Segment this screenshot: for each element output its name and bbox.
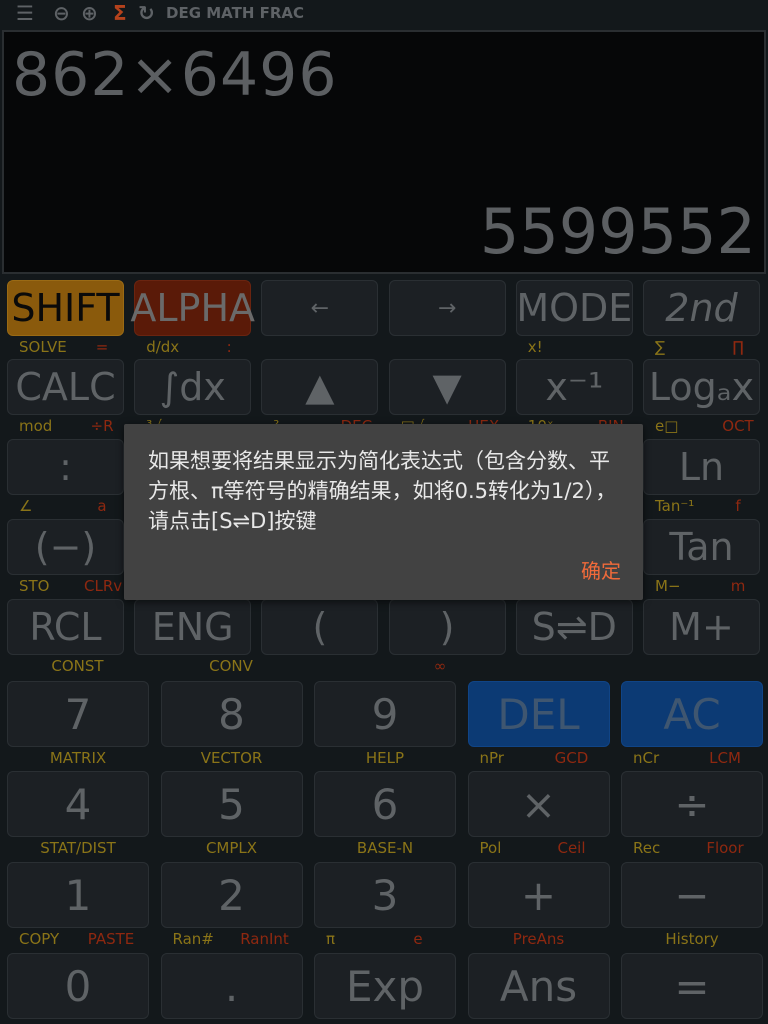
mode-indicators: DEG MATH FRAC [166, 4, 305, 22]
shift-label: M− [655, 577, 681, 595]
alpha-label: Floor [706, 839, 744, 857]
sigma-icon[interactable]: Σ [113, 2, 127, 24]
shift-label: e□ [655, 417, 679, 435]
alpha-label: ÷R [90, 417, 114, 435]
shift-label: MATRIX [49, 749, 107, 767]
alpha-label: PreAns [512, 930, 565, 948]
key-6[interactable]: 6 [314, 771, 456, 837]
alpha-label: PASTE [87, 930, 135, 948]
alpha-label: RanInt [240, 930, 289, 948]
key--[interactable]: − [621, 862, 763, 928]
key-5[interactable]: 5 [160, 771, 303, 837]
key--[interactable]: = [621, 953, 763, 1019]
shift-label: STAT/DIST [40, 839, 116, 857]
key-ans[interactable]: Ans [467, 953, 610, 1019]
zoom-out-icon[interactable]: ⊖ [53, 2, 70, 24]
key--[interactable]: → [388, 280, 506, 336]
alpha-label: ∏ [732, 338, 744, 356]
shift-label: VECTOR [200, 749, 263, 767]
key-tan[interactable]: Tan [643, 519, 760, 575]
alpha-label: GCD [554, 749, 589, 767]
key-3[interactable]: 3 [314, 862, 456, 928]
key-mode[interactable]: MODE [515, 280, 633, 336]
shift-label: HELP [365, 749, 405, 767]
key--[interactable]: ← [261, 280, 379, 336]
key--[interactable]: . [160, 953, 303, 1019]
alpha-label: a [97, 497, 107, 515]
shift-label: BASE-N [356, 839, 414, 857]
ok-button[interactable]: 确定 [581, 555, 621, 584]
key-del[interactable]: DEL [467, 681, 610, 747]
shift-label: Tan⁻¹ [655, 497, 695, 515]
zoom-in-icon[interactable]: ⊕ [81, 2, 98, 24]
key-ac[interactable]: AC [621, 681, 763, 747]
alpha-label: OCT [722, 417, 754, 435]
key-2[interactable]: 2 [160, 862, 303, 928]
status-bar: ☰ ⊖ ⊕ Σ ↻ DEG MATH FRAC [0, 0, 768, 28]
key-eng[interactable]: ENG [134, 599, 252, 655]
key-ln[interactable]: Ln [643, 439, 760, 495]
alpha-label: ∞ [433, 657, 447, 675]
key-7[interactable]: 7 [7, 681, 149, 747]
shift-label: Rec [633, 839, 661, 857]
key--[interactable]: × [467, 771, 610, 837]
result: 5599552 [479, 195, 756, 268]
shift-label: nPr [479, 749, 504, 767]
menu-icon[interactable]: ☰ [16, 2, 34, 24]
alpha-label: = [95, 338, 109, 356]
key--[interactable]: ( [261, 599, 379, 655]
key-2nd[interactable]: 2nd [643, 280, 760, 336]
shift-label: Pol [479, 839, 502, 857]
dialog: 如果想要将结果显示为简化表达式（包含分数、平方根、π等符号的精确结果，如将0.5… [124, 424, 643, 600]
shift-label: CONST [51, 657, 104, 675]
key-shift[interactable]: SHIFT [7, 280, 124, 336]
key--[interactable]: + [467, 862, 610, 928]
key-calc[interactable]: CALC [7, 359, 124, 415]
shift-label: CONV [209, 657, 253, 675]
key--[interactable]: ▼ [388, 359, 506, 415]
shift-label: d/dx [146, 338, 180, 356]
key-rcl[interactable]: RCL [7, 599, 124, 655]
display: 862×6496 5599552 [2, 30, 766, 274]
key-exp[interactable]: Exp [314, 953, 456, 1019]
key-m-[interactable]: M+ [643, 599, 760, 655]
alpha-label: m [730, 577, 746, 595]
dialog-message: 如果想要将结果显示为简化表达式（包含分数、平方根、π等符号的精确结果，如将0.5… [148, 449, 617, 533]
shift-label: CMPLX [205, 839, 258, 857]
shift-label: mod [19, 417, 53, 435]
key-4[interactable]: 4 [7, 771, 149, 837]
shift-label: SOLVE [19, 338, 67, 356]
shift-label: ∠ [19, 497, 33, 515]
shift-label: Ran# [172, 930, 214, 948]
key--[interactable]: ÷ [621, 771, 763, 837]
shift-label: x! [527, 338, 543, 356]
shift-label: nCr [633, 749, 660, 767]
alpha-label: f [735, 497, 741, 515]
alpha-label: LCM [709, 749, 741, 767]
shift-label: π [326, 930, 336, 948]
shift-label: COPY [19, 930, 60, 948]
key-x-[interactable]: x⁻¹ [515, 359, 633, 415]
refresh-icon[interactable]: ↻ [138, 2, 155, 24]
key-log-x[interactable]: Logₐx [643, 359, 760, 415]
key-alpha[interactable]: ALPHA [130, 280, 255, 336]
shift-label: STO [19, 577, 50, 595]
key-s-d[interactable]: S⇌D [515, 599, 633, 655]
key--[interactable]: ) [388, 599, 506, 655]
key-1[interactable]: 1 [7, 862, 149, 928]
shift-label: ∑ [655, 338, 666, 356]
key--[interactable]: ▲ [261, 359, 379, 415]
alpha-label: Ceil [557, 839, 586, 857]
alpha-label: CLRv [84, 577, 123, 595]
key-8[interactable]: 8 [160, 681, 303, 747]
key--dx[interactable]: ∫dx [134, 359, 252, 415]
key-9[interactable]: 9 [314, 681, 456, 747]
alpha-label: e [413, 930, 423, 948]
shift-label: History [665, 930, 719, 948]
expression: 862×6496 [12, 40, 338, 110]
key-0[interactable]: 0 [7, 953, 149, 1019]
alpha-label: : [226, 338, 232, 356]
key--[interactable]: (−) [7, 519, 124, 575]
key--[interactable]: : [7, 439, 124, 495]
